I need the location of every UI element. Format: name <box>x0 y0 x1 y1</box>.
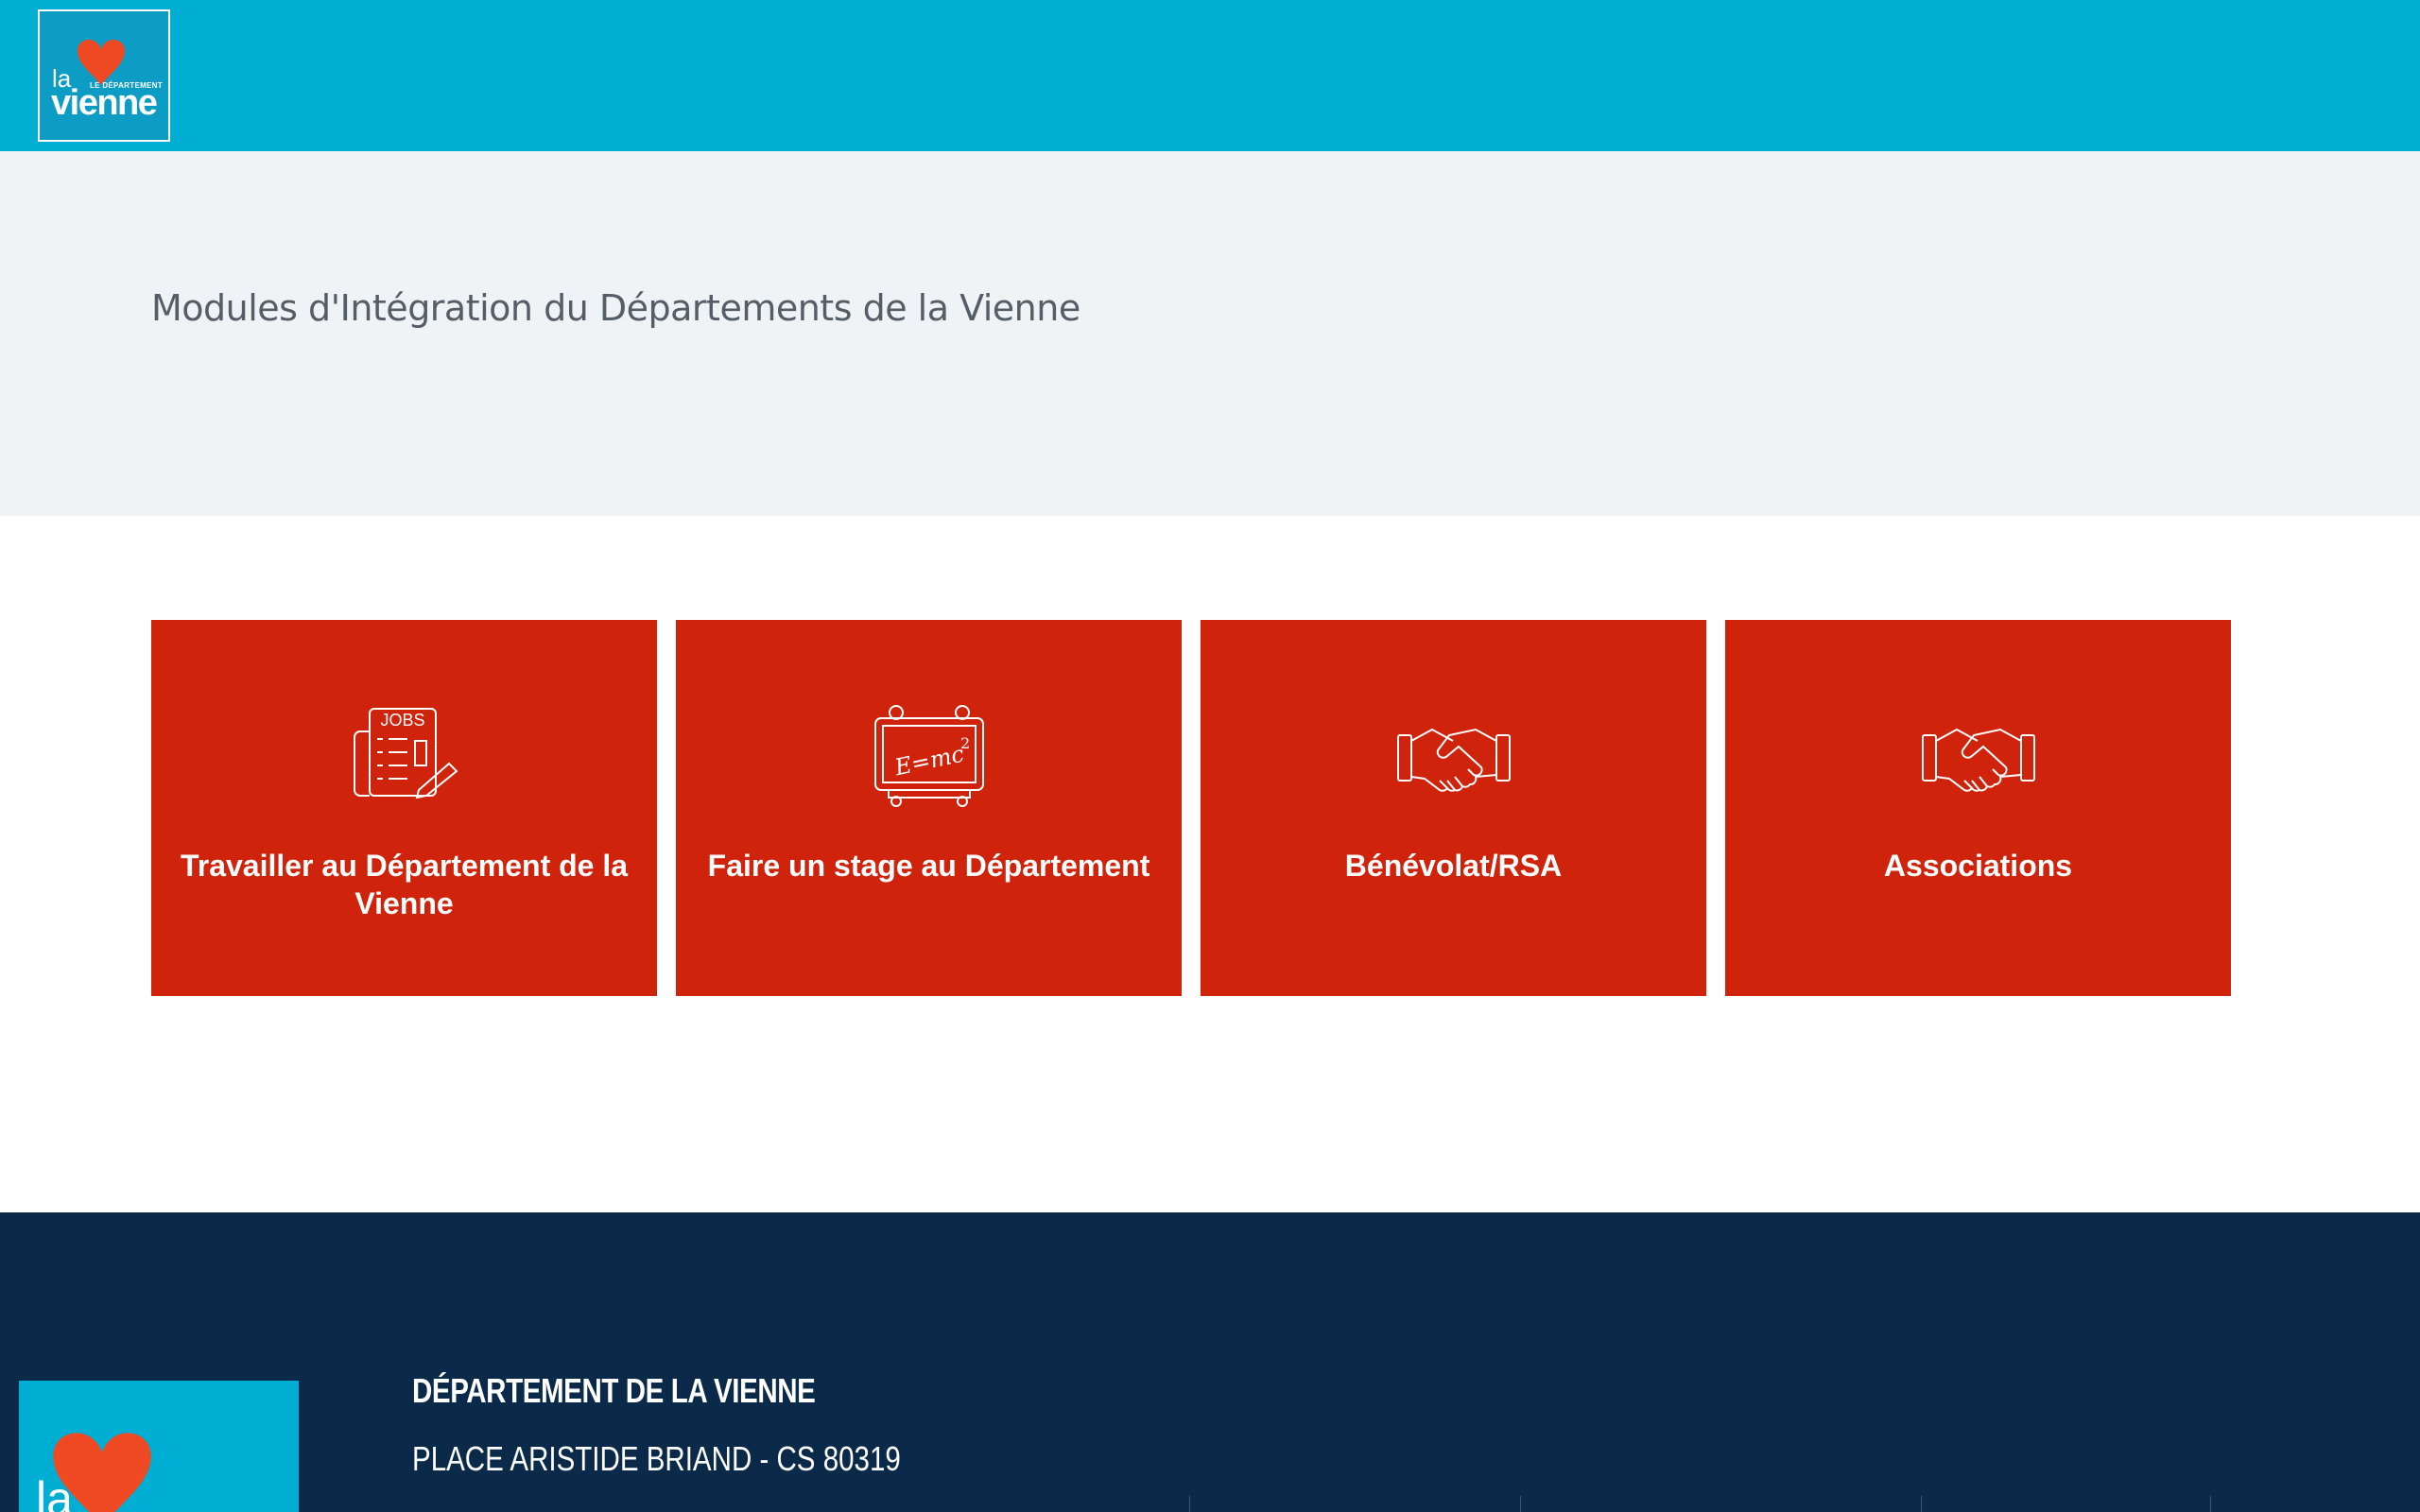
footer-logo-la-text: la <box>36 1472 73 1512</box>
chalkboard-emc2-icon: E=mc 2 <box>873 705 984 807</box>
jobs-newspaper-icon: JOBS <box>353 708 458 799</box>
site-footer: la DÉPARTEMENT DE LA VIENNE PLACE ARISTI… <box>0 1212 2420 1512</box>
tile-label: Faire un stage au Département <box>707 849 1150 883</box>
footer-address: PLACE ARISTIDE BRIAND - CS 80319 <box>412 1439 901 1478</box>
svg-text:E=mc: E=mc <box>891 741 966 782</box>
tile-label: Bénévolat/RSA <box>1344 849 1563 883</box>
tile-label: Associations <box>1883 849 2073 883</box>
tile-associations[interactable]: Associations <box>1725 620 2231 996</box>
tile-travailler[interactable]: JOBS Travailler au Département de la Vie… <box>151 620 657 996</box>
page-title: Modules d'Intégration du Départements de… <box>151 287 1080 329</box>
tile-benevolat[interactable]: Bénévolat/RSA <box>1201 620 1706 996</box>
svg-text:JOBS: JOBS <box>380 711 424 730</box>
hero-banner: Modules d'Intégration du Départements de… <box>0 151 2420 516</box>
footer-divider <box>1520 1496 1521 1512</box>
heart-logo-icon <box>78 40 125 85</box>
module-tiles: JOBS Travailler au Département de la Vie… <box>151 620 2231 996</box>
footer-logo-link[interactable]: la <box>19 1381 299 1512</box>
site-header: la LE DÉPARTEMENT vienne <box>0 0 2420 151</box>
site-logo-link[interactable]: la LE DÉPARTEMENT vienne <box>38 9 170 142</box>
tile-label: Travailler au Département de la Vienne <box>180 849 629 920</box>
footer-divider <box>1921 1496 1922 1512</box>
footer-org-name: DÉPARTEMENT DE LA VIENNE <box>412 1371 816 1410</box>
svg-text:2: 2 <box>960 734 970 752</box>
logo-vienne-text: vienne <box>51 83 158 123</box>
footer-divider <box>2210 1496 2211 1512</box>
footer-divider <box>1189 1496 1190 1512</box>
handshake-icon <box>1921 728 2035 792</box>
handshake-icon <box>1396 728 1511 792</box>
tile-stage[interactable]: E=mc 2 Faire un stage au Département <box>676 620 1182 996</box>
